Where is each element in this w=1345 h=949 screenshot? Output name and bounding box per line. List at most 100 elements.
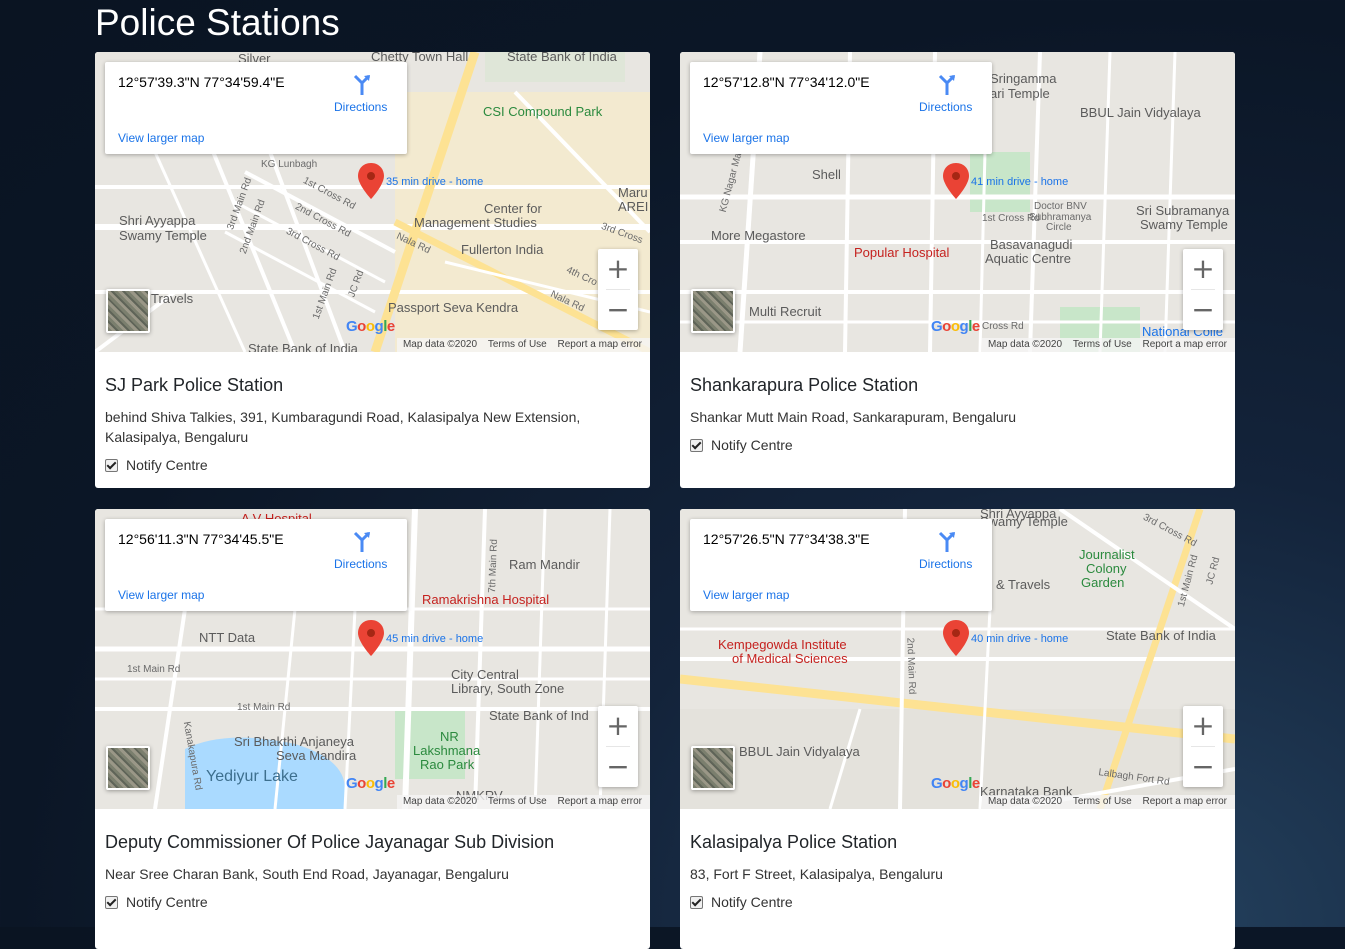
- report-error-link[interactable]: Report a map error: [558, 796, 642, 807]
- zoom-in-button[interactable]: +: [1183, 249, 1223, 289]
- zoom-in-button[interactable]: +: [1183, 706, 1223, 746]
- notify-checkbox[interactable]: [105, 895, 118, 909]
- location-pin-icon[interactable]: [358, 620, 384, 656]
- map-embed[interactable]: A V Hospital Ram Mandir Ramakrishna Hosp…: [95, 509, 650, 809]
- drive-time-label[interactable]: 41 min drive - home: [971, 176, 1068, 188]
- map-embed[interactable]: Sringamma ari Temple BBUL Jain Vidyalaya…: [680, 52, 1235, 352]
- notify-row: Notify Centre: [690, 435, 1225, 455]
- drive-time-label[interactable]: 45 min drive - home: [386, 633, 483, 645]
- notify-checkbox[interactable]: [690, 895, 703, 909]
- map-label: AREI: [618, 199, 649, 214]
- station-address: behind Shiva Talkies, 391, Kumbaragundi …: [105, 409, 581, 445]
- map-attribution: Map data ©2020 Terms of Use Report a map…: [396, 795, 650, 809]
- map-label: of Medical Sciences: [732, 651, 848, 666]
- location-pin-icon[interactable]: [943, 620, 969, 656]
- map-label: Circle: [1046, 222, 1072, 233]
- card-body: SJ Park Police Station behind Shiva Talk…: [95, 352, 650, 488]
- satellite-toggle-button[interactable]: [691, 746, 735, 790]
- map-label: State Bank of India: [1106, 628, 1216, 643]
- map-data-label: Map data ©2020: [987, 796, 1063, 807]
- map-attribution: Map data ©2020 Terms of Use Report a map…: [981, 338, 1235, 352]
- terms-link[interactable]: Terms of Use: [1073, 339, 1132, 350]
- directions-link[interactable]: Directions: [919, 100, 972, 114]
- map-label: 7th Main Rd: [487, 538, 500, 594]
- map-label: 1st Main Rd: [127, 664, 181, 675]
- zoom-out-button[interactable]: −: [598, 747, 638, 787]
- directions-icon[interactable]: [936, 74, 958, 96]
- map-embed[interactable]: Silver Chetty Town Hall State Bank of In…: [95, 52, 650, 352]
- map-label: Popular Hospital: [854, 245, 950, 260]
- map-label: KG Lunbagh: [261, 159, 318, 170]
- map-label: & Travels: [996, 577, 1051, 592]
- directions-icon[interactable]: [351, 74, 373, 96]
- station-name: SJ Park Police Station: [105, 375, 284, 395]
- map-label: BBUL Jain Vidyalaya: [1080, 105, 1201, 120]
- view-larger-map-link[interactable]: View larger map: [118, 131, 204, 145]
- notify-checkbox[interactable]: [105, 458, 118, 472]
- map-label: 2nd Main Rd: [904, 637, 918, 695]
- zoom-out-button[interactable]: −: [1183, 747, 1223, 787]
- terms-link[interactable]: Terms of Use: [1073, 796, 1132, 807]
- station-address: 83, Fort F Street, Kalasipalya, Bengalur…: [690, 866, 943, 882]
- map-label: CSI Compound Park: [483, 104, 603, 119]
- map-label: Cross Rd: [982, 321, 1024, 332]
- directions-link[interactable]: Directions: [334, 557, 387, 571]
- map-label: Sri Subramanya: [1136, 203, 1230, 218]
- map-label: Kempegowda Institute: [718, 637, 847, 652]
- location-pin-icon[interactable]: [358, 163, 384, 199]
- location-pin-icon[interactable]: [943, 163, 969, 199]
- map-embed[interactable]: Shri Ayyappa Swamy Temple Journalist Col…: [680, 509, 1235, 809]
- drive-time-label[interactable]: 35 min drive - home: [386, 176, 483, 188]
- map-label: Swamy Temple: [980, 514, 1068, 529]
- map-info-box: 12°57'12.8"N 77°34'12.0"E Directions Vie…: [690, 62, 992, 154]
- map-label: Lakshmana: [413, 743, 481, 758]
- notify-checkbox[interactable]: [690, 438, 703, 452]
- view-larger-map-link[interactable]: View larger map: [703, 588, 789, 602]
- report-error-link[interactable]: Report a map error: [1143, 339, 1227, 350]
- terms-link[interactable]: Terms of Use: [488, 339, 547, 350]
- zoom-out-button[interactable]: −: [1183, 290, 1223, 330]
- view-larger-map-link[interactable]: View larger map: [703, 131, 789, 145]
- notify-label[interactable]: Notify Centre: [126, 892, 208, 912]
- card-body: Shankarapura Police Station Shankar Mutt…: [680, 352, 1235, 469]
- map-data-label: Map data ©2020: [402, 339, 478, 350]
- directions-icon[interactable]: [936, 531, 958, 553]
- zoom-out-button[interactable]: −: [598, 290, 638, 330]
- station-card: Sringamma ari Temple BBUL Jain Vidyalaya…: [680, 52, 1235, 488]
- map-info-box: 12°57'26.5"N 77°34'38.3"E Directions Vie…: [690, 519, 992, 611]
- report-error-link[interactable]: Report a map error: [558, 339, 642, 350]
- satellite-toggle-button[interactable]: [691, 289, 735, 333]
- view-larger-map-link[interactable]: View larger map: [118, 588, 204, 602]
- zoom-control: + −: [1183, 706, 1223, 787]
- map-label: Garden: [1081, 575, 1125, 590]
- map-label: Basavanagudi: [990, 237, 1073, 252]
- zoom-in-button[interactable]: +: [598, 249, 638, 289]
- google-logo: Google: [931, 318, 980, 335]
- station-card: Shri Ayyappa Swamy Temple Journalist Col…: [680, 509, 1235, 949]
- station-name: Kalasipalya Police Station: [690, 832, 898, 852]
- satellite-toggle-button[interactable]: [106, 289, 150, 333]
- google-logo: Google: [346, 318, 395, 335]
- notify-row: Notify Centre: [105, 892, 640, 912]
- notify-label[interactable]: Notify Centre: [126, 455, 208, 475]
- terms-link[interactable]: Terms of Use: [488, 796, 547, 807]
- drive-time-label[interactable]: 40 min drive - home: [971, 633, 1068, 645]
- map-label: State Bank of India: [248, 341, 358, 353]
- directions-link[interactable]: Directions: [919, 557, 972, 571]
- map-label: State Bank of Ind: [489, 708, 589, 723]
- map-label: Library, South Zone: [451, 681, 565, 696]
- zoom-in-button[interactable]: +: [598, 706, 638, 746]
- coordinates: 12°57'12.8"N 77°34'12.0"E: [703, 74, 870, 90]
- report-error-link[interactable]: Report a map error: [1143, 796, 1227, 807]
- notify-row: Notify Centre: [690, 892, 1225, 912]
- satellite-toggle-button[interactable]: [106, 746, 150, 790]
- notify-label[interactable]: Notify Centre: [711, 435, 793, 455]
- zoom-control: + −: [598, 706, 638, 787]
- map-label: Center for: [484, 201, 542, 216]
- directions-icon[interactable]: [351, 531, 373, 553]
- station-address: Near Sree Charan Bank, South End Road, J…: [105, 866, 509, 882]
- map-info-box: 12°57'39.3"N 77°34'59.4"E Directions Vie…: [105, 62, 407, 154]
- zoom-control: + −: [598, 249, 638, 330]
- notify-label[interactable]: Notify Centre: [711, 892, 793, 912]
- directions-link[interactable]: Directions: [334, 100, 387, 114]
